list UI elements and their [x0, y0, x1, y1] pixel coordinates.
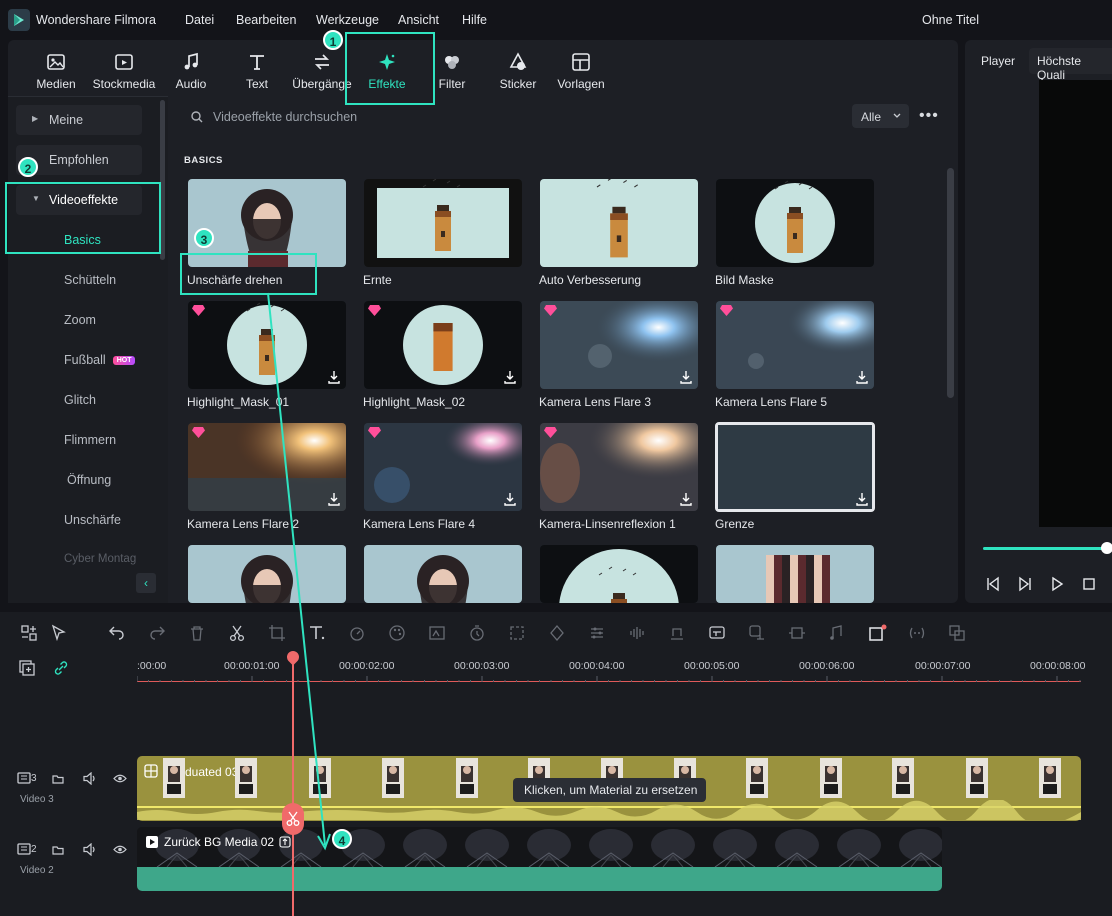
- drag-arrow: [267, 292, 331, 851]
- step-badge-4: 4: [332, 829, 352, 849]
- filmora-window: Wondershare Filmora Datei Bearbeiten Wer…: [0, 0, 1112, 916]
- step-badge-1: 1: [323, 30, 343, 50]
- step-badge-3: 3: [194, 228, 214, 248]
- step-badge-2: 2: [18, 157, 38, 177]
